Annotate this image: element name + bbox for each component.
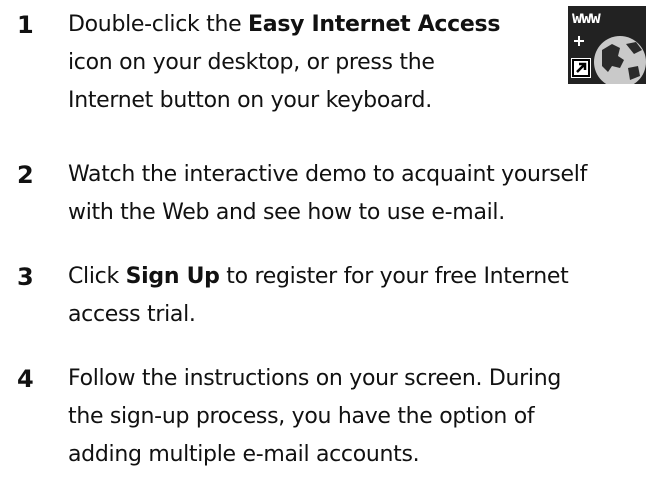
step-line: adding multiple e-mail accounts. — [68, 442, 420, 467]
step-line: Click Sign Up to register for your free … — [68, 264, 569, 289]
easy-internet-access-icon[interactable]: www — [568, 6, 646, 84]
step-line: icon on your desktop, or press the — [68, 50, 435, 75]
step-number: 2 — [17, 161, 34, 189]
step-text: Follow the instructions on your screen. … — [68, 360, 561, 474]
step-number: 1 — [17, 11, 34, 39]
step-number: 3 — [17, 263, 34, 291]
step-line: Follow the instructions on your screen. … — [68, 366, 562, 391]
step-line: Double-click the Easy Internet Access — [68, 12, 501, 37]
step-number: 4 — [17, 365, 34, 393]
step-line: Internet button on your keyboard. — [68, 88, 432, 113]
step-line: Watch the interactive demo to acquaint y… — [68, 162, 588, 187]
step-text: Click Sign Up to register for your free … — [68, 258, 569, 334]
sign-up-label: Sign Up — [125, 264, 220, 289]
step-line: access trial. — [68, 302, 196, 327]
step-line: with the Web and see how to use e-mail. — [68, 200, 505, 225]
step-line: the sign-up process, you have the option… — [68, 404, 535, 429]
globe-icon — [571, 36, 646, 84]
step-text: Double-click the Easy Internet Access ic… — [68, 6, 500, 120]
step-text: Watch the interactive demo to acquaint y… — [68, 156, 587, 232]
